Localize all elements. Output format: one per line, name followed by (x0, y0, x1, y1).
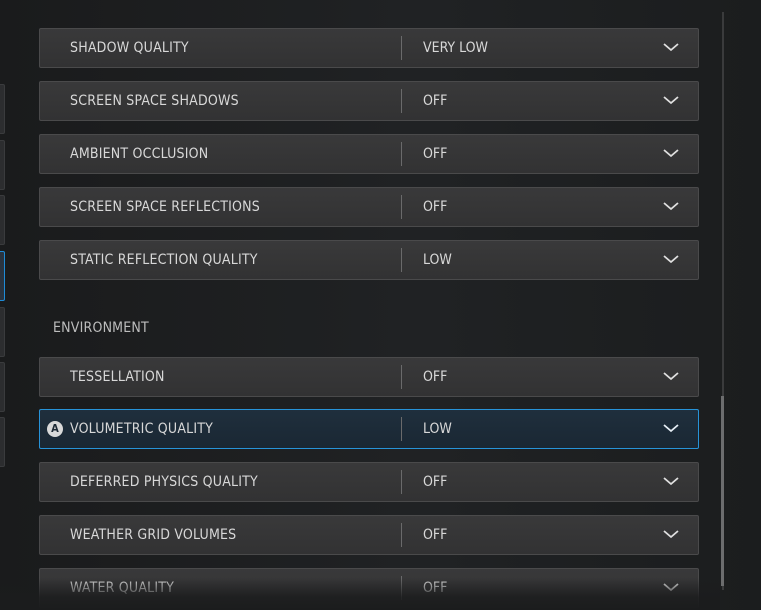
chevron-down-icon[interactable] (662, 370, 680, 382)
setting-row-volumetric-quality[interactable]: A VOLUMETRIC QUALITY LOW (39, 409, 699, 449)
setting-label: WEATHER GRID VOLUMES (70, 527, 237, 543)
setting-value: LOW (423, 421, 452, 437)
divider (401, 248, 402, 272)
chevron-down-icon[interactable] (662, 475, 680, 487)
divider (401, 195, 402, 219)
setting-label: SCREEN SPACE SHADOWS (70, 93, 239, 109)
setting-value: OFF (423, 199, 448, 215)
category-tab[interactable] (0, 362, 5, 412)
chevron-down-icon[interactable] (662, 581, 680, 593)
divider (401, 89, 402, 113)
category-tab-active[interactable] (0, 251, 5, 301)
setting-row-water-quality[interactable]: WATER QUALITY OFF (39, 568, 699, 608)
setting-label: SCREEN SPACE REFLECTIONS (70, 199, 260, 215)
setting-row-static-reflection-quality[interactable]: STATIC REFLECTION QUALITY LOW (39, 240, 699, 280)
setting-label: TESSELLATION (70, 369, 165, 385)
setting-label: VOLUMETRIC QUALITY (70, 421, 214, 437)
category-tab[interactable] (0, 195, 5, 245)
setting-row-tessellation[interactable]: TESSELLATION OFF (39, 357, 699, 397)
setting-label: SHADOW QUALITY (70, 40, 189, 56)
chevron-down-icon[interactable] (662, 200, 680, 212)
scrollbar-thumb[interactable] (721, 396, 724, 586)
divider (401, 365, 402, 389)
setting-value: OFF (423, 369, 448, 385)
setting-value: OFF (423, 146, 448, 162)
category-tab[interactable] (0, 307, 5, 357)
setting-label: DEFERRED PHYSICS QUALITY (70, 474, 258, 490)
divider (401, 470, 402, 494)
a-button-icon: A (47, 421, 63, 437)
chevron-down-icon[interactable] (662, 528, 680, 540)
divider (401, 523, 402, 547)
setting-row-shadow-quality[interactable]: SHADOW QUALITY VERY LOW (39, 28, 699, 68)
setting-label: AMBIENT OCCLUSION (70, 146, 209, 162)
chevron-down-icon[interactable] (662, 147, 680, 159)
setting-row-ambient-occlusion[interactable]: AMBIENT OCCLUSION OFF (39, 134, 699, 174)
category-tabs (0, 0, 8, 610)
setting-label: WATER QUALITY (70, 580, 175, 596)
divider (401, 417, 402, 441)
category-tab[interactable] (0, 417, 5, 467)
divider (401, 36, 402, 60)
chevron-down-icon[interactable] (662, 253, 680, 265)
setting-label: STATIC REFLECTION QUALITY (70, 252, 258, 268)
chevron-down-icon[interactable] (662, 422, 680, 434)
setting-row-weather-grid-volumes[interactable]: WEATHER GRID VOLUMES OFF (39, 515, 699, 555)
setting-row-deferred-physics-quality[interactable]: DEFERRED PHYSICS QUALITY OFF (39, 462, 699, 502)
setting-row-screen-space-reflections[interactable]: SCREEN SPACE REFLECTIONS OFF (39, 187, 699, 227)
chevron-down-icon[interactable] (662, 41, 680, 53)
chevron-down-icon[interactable] (662, 94, 680, 106)
divider (401, 142, 402, 166)
divider (401, 576, 402, 600)
setting-value: OFF (423, 580, 448, 596)
setting-value: OFF (423, 474, 448, 490)
section-heading-environment: ENVIRONMENT (53, 320, 149, 336)
category-tab[interactable] (0, 140, 5, 190)
setting-value: OFF (423, 93, 448, 109)
setting-value: LOW (423, 252, 452, 268)
setting-row-screen-space-shadows[interactable]: SCREEN SPACE SHADOWS OFF (39, 81, 699, 121)
setting-value: VERY LOW (423, 40, 488, 56)
setting-value: OFF (423, 527, 448, 543)
category-tab[interactable] (0, 84, 5, 134)
